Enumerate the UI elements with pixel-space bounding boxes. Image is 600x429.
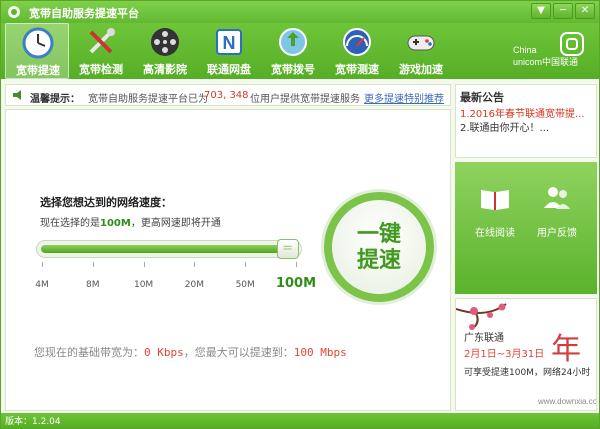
speedometer-icon bbox=[343, 28, 371, 56]
ad-line1: 广东联通 bbox=[464, 333, 504, 344]
sidebar: 最新公告 1.2016年春节联通宽带提... 2.联通由你开心！... 在线阅读 bbox=[455, 84, 597, 411]
action-label: 用户反馈 bbox=[537, 228, 577, 239]
tab-label: 游戏加速 bbox=[399, 63, 443, 76]
boost-line2: 提速 bbox=[356, 248, 401, 273]
slider-fill bbox=[41, 245, 299, 253]
speaker-icon bbox=[13, 90, 21, 100]
tab-game-boost[interactable]: 游戏加速 bbox=[389, 23, 453, 79]
current-prefix: 现在选择的是 bbox=[40, 218, 100, 229]
one-click-boost-button[interactable]: 一键 提速 bbox=[324, 192, 434, 302]
current-suffix: ，更高网速即将开通 bbox=[130, 218, 221, 229]
watermark: www.downxia.com bbox=[538, 397, 597, 406]
china-unicom-logo: China unicom中国联通 bbox=[513, 29, 591, 75]
slider-tick-label[interactable]: 50M bbox=[236, 280, 255, 290]
svg-text:N: N bbox=[223, 33, 236, 53]
ad-line2: 2月1日~3月31日 bbox=[464, 349, 545, 360]
film-reel-icon bbox=[151, 28, 179, 56]
users-icon bbox=[544, 187, 570, 209]
quick-actions: 在线阅读 用户反馈 bbox=[455, 162, 597, 294]
globe-icon bbox=[279, 28, 307, 56]
news-title: 最新公告 bbox=[460, 91, 504, 104]
base-bandwidth: 0 Kbps bbox=[144, 346, 184, 359]
current-speed-value: 100M bbox=[100, 218, 131, 229]
tab-label: 高清影院 bbox=[143, 63, 187, 76]
menu-dropdown-button[interactable]: ▼ bbox=[531, 3, 551, 19]
slider-tick-label[interactable]: 100M bbox=[276, 276, 316, 291]
slider-handle[interactable] bbox=[277, 239, 299, 259]
news-item[interactable]: 2.联通由你开心！... bbox=[460, 119, 549, 134]
tab-label: 宽带测速 bbox=[335, 63, 379, 76]
window-controls: ▼ ─ ✕ bbox=[531, 3, 595, 19]
tab-label: 宽带拨号 bbox=[271, 63, 315, 76]
tab-label: 联通网盘 bbox=[207, 63, 251, 76]
version-label: 版本：1.2.04 bbox=[5, 417, 61, 427]
news-item[interactable]: 1.2016年春节联通宽带提... bbox=[460, 105, 585, 120]
slider-tick-label[interactable]: 10M bbox=[134, 280, 153, 290]
slider-tick bbox=[194, 262, 196, 267]
notice-user-count: 703, 348 bbox=[204, 90, 249, 101]
notice-text-a: 宽带自助服务提速平台已为 bbox=[88, 94, 208, 105]
slider-tick bbox=[245, 262, 247, 267]
tab-broadband-dialup[interactable]: 宽带拨号 bbox=[261, 23, 325, 79]
slider-tick bbox=[296, 262, 297, 267]
clock-icon bbox=[22, 27, 54, 59]
speed-slider[interactable] bbox=[36, 239, 302, 259]
notice-bar: 温馨提示： 宽带自助服务提速平台已为 703, 348 位用户提供宽带提速服务 … bbox=[5, 84, 451, 106]
book-icon bbox=[481, 190, 509, 210]
tab-broadband-boost[interactable]: 宽带提速 bbox=[5, 23, 69, 79]
tab-speed-test[interactable]: 宽带测速 bbox=[325, 23, 389, 79]
slider-tick bbox=[143, 262, 145, 267]
tools-icon bbox=[89, 28, 115, 54]
window-title: 宽带自助服务提速平台 bbox=[29, 7, 139, 20]
online-reading-button[interactable]: 在线阅读 bbox=[465, 172, 525, 284]
news-panel: 最新公告 1.2016年春节联通宽带提... 2.联通由你开心！... bbox=[455, 84, 597, 158]
main-toolbar: 宽带提速 宽带检测 高清影院 N 联通网盘 宽带拨号 宽带测速 游戏加速 Chi… bbox=[1, 23, 599, 79]
brand-china: China bbox=[513, 45, 537, 55]
bandwidth-middle: ，您最大可以提速到： bbox=[183, 346, 294, 359]
tab-label: 宽带检测 bbox=[79, 63, 123, 76]
bandwidth-info: 您现在的基础带宽为：0 Kbps，您最大可以提速到：100 Mbps bbox=[34, 344, 347, 360]
slider-tick bbox=[42, 262, 43, 267]
slider-tick-label[interactable]: 4M bbox=[35, 280, 49, 290]
tab-netdisk[interactable]: N 联通网盘 bbox=[197, 23, 261, 79]
title-bar[interactable]: 宽带自助服务提速平台 ▼ ─ ✕ bbox=[1, 1, 599, 23]
more-boost-link[interactable]: 更多提速特别推荐 bbox=[364, 90, 444, 105]
tab-broadband-check[interactable]: 宽带检测 bbox=[69, 23, 133, 79]
netdisk-icon: N bbox=[216, 29, 242, 55]
slider-tick bbox=[92, 262, 94, 267]
close-button[interactable]: ✕ bbox=[575, 3, 595, 19]
max-bandwidth: 100 Mbps bbox=[293, 346, 347, 359]
notice-label: 温馨提示： bbox=[30, 94, 80, 105]
gamepad-icon bbox=[407, 35, 435, 51]
ad-line3: 可享受提速100M，网络24小时 bbox=[464, 368, 591, 378]
user-feedback-button[interactable]: 用户反馈 bbox=[527, 172, 587, 284]
minimize-button[interactable]: ─ bbox=[553, 3, 573, 19]
status-bar: 版本：1.2.04 bbox=[1, 413, 599, 428]
tab-label: 宽带提速 bbox=[16, 64, 60, 77]
app-window: 宽带自助服务提速平台 ▼ ─ ✕ 宽带提速 宽带检测 高清影院 N 联通网盘 宽… bbox=[0, 0, 600, 429]
svg-text:年: 年 bbox=[551, 332, 581, 367]
speed-question: 选择您想达到的网络速度： bbox=[40, 196, 172, 209]
boost-button-label: 一键 提速 bbox=[332, 222, 426, 274]
current-selection: 现在选择的是100M，更高网速即将开通 bbox=[40, 214, 221, 229]
bandwidth-prefix: 您现在的基础带宽为： bbox=[34, 346, 144, 359]
boost-panel: 选择您想达到的网络速度： 现在选择的是100M，更高网速即将开通 一键 提速 您… bbox=[5, 109, 451, 411]
grip-icon bbox=[283, 245, 292, 250]
slider-tick-label[interactable]: 8M bbox=[86, 280, 100, 290]
slider-tick-label[interactable]: 20M bbox=[185, 280, 204, 290]
brand-unicom: unicom中国联通 bbox=[513, 57, 579, 67]
promo-banner[interactable]: 年 广东联通 2月1日~3月31日 可享受提速100M，网络24小时 www.d… bbox=[455, 298, 597, 411]
notice-text-b: 位用户提供宽带提速服务 bbox=[250, 94, 360, 105]
action-label: 在线阅读 bbox=[475, 228, 515, 239]
boost-line1: 一键 bbox=[356, 222, 401, 247]
app-logo-icon bbox=[8, 6, 20, 18]
tab-hd-cinema[interactable]: 高清影院 bbox=[133, 23, 197, 79]
